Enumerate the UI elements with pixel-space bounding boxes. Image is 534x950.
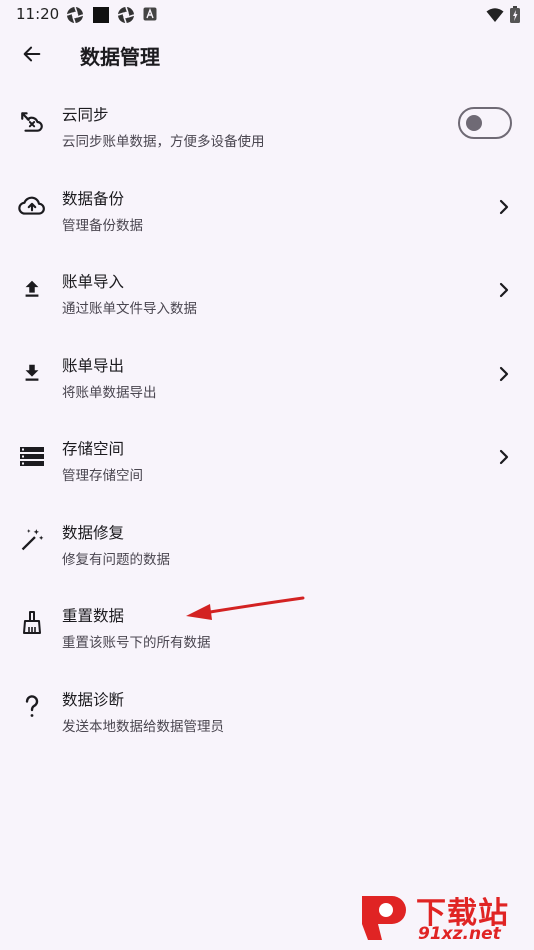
app-bar: 数据管理	[0, 30, 534, 78]
question-icon	[18, 693, 46, 721]
item-title: 存储空间	[62, 440, 125, 458]
square-app-icon	[92, 6, 110, 28]
item-subtitle: 发送本地数据给数据管理员	[62, 718, 224, 735]
item-title: 数据修复	[62, 523, 125, 542]
cloud-upload-icon	[18, 192, 46, 220]
item-title: 数据备份	[62, 189, 125, 208]
back-button[interactable]	[16, 38, 48, 70]
item-title: 数据诊断	[62, 690, 125, 709]
arrow-left-icon	[23, 46, 41, 62]
item-subtitle: 管理存储空间	[62, 468, 143, 484]
item-subtitle: 云同步账单数据，方便多设备使用	[62, 134, 265, 150]
chevron-right-icon	[499, 199, 509, 214]
status-bar: 11:20	[0, 0, 534, 30]
chevron-right-icon	[499, 366, 509, 381]
upload-icon	[18, 275, 46, 303]
a-box-icon	[143, 6, 157, 25]
list-item-data-diagnosis[interactable]: 数据诊断 发送本地数据给数据管理员	[0, 670, 534, 754]
list-item-data-backup[interactable]: 数据备份 管理备份数据	[0, 169, 534, 253]
annotation-arrow	[186, 596, 305, 620]
item-subtitle: 通过账单文件导入数据	[62, 301, 197, 317]
list-item-storage[interactable]: 存储空间 管理存储空间	[0, 419, 534, 503]
watermark-sub-text: 91xz.net	[418, 924, 501, 944]
chevron-right-icon	[499, 282, 509, 298]
watermark-logo: 下载站 91xz.net	[350, 886, 530, 946]
page-title: 数据管理	[80, 45, 160, 69]
item-title: 重置数据	[62, 607, 125, 625]
aperture-icon	[66, 6, 84, 28]
list-item-data-repair[interactable]: 数据修复 修复有问题的数据	[0, 503, 534, 587]
wifi-icon	[486, 7, 504, 27]
broom-icon	[18, 609, 46, 637]
list-item-bill-export[interactable]: 账单导出 将账单数据导出	[0, 336, 534, 420]
magic-wand-icon	[18, 526, 46, 554]
item-title: 账单导入	[62, 273, 125, 291]
item-subtitle: 将账单数据导出	[62, 384, 157, 401]
item-title: 账单导出	[62, 356, 125, 375]
aperture-icon	[117, 6, 135, 28]
download-icon	[18, 359, 46, 387]
list-item-cloud-sync[interactable]: 云同步 云同步账单数据，方便多设备使用	[0, 85, 534, 169]
storage-icon	[18, 442, 46, 470]
settings-list: 云同步 云同步账单数据，方便多设备使用 数据备份 管理备份数据 账单导入 通过账…	[0, 85, 534, 753]
item-subtitle: 重置该账号下的所有数据	[62, 635, 211, 651]
chevron-right-icon	[499, 449, 509, 465]
status-time: 11:20	[16, 5, 60, 23]
battery-charging-icon	[510, 6, 520, 27]
item-subtitle: 管理备份数据	[62, 217, 143, 234]
cloud-sync-icon	[18, 108, 46, 136]
toggle-knob	[466, 115, 482, 131]
cloud-sync-toggle[interactable]	[458, 107, 512, 139]
item-subtitle: 修复有问题的数据	[62, 551, 170, 568]
list-item-bill-import[interactable]: 账单导入 通过账单文件导入数据	[0, 252, 534, 336]
watermark-emblem-icon	[362, 896, 406, 940]
item-title: 云同步	[62, 106, 109, 124]
